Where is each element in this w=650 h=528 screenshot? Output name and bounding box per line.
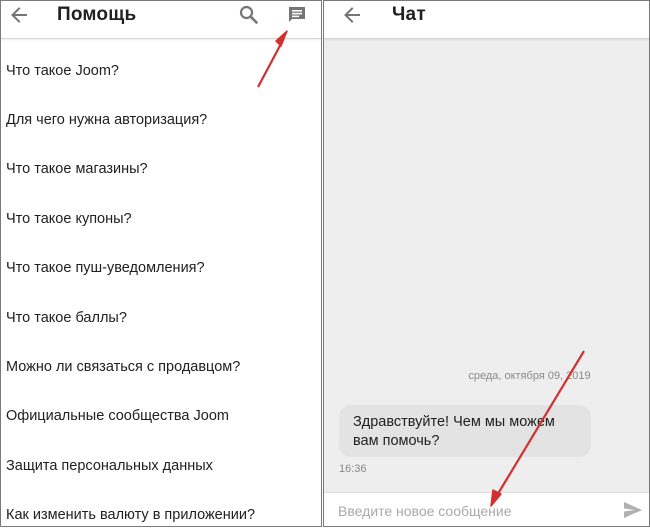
help-app-bar: Помощь <box>1 1 321 39</box>
faq-item[interactable]: Защита персональных данных <box>1 441 321 490</box>
message-input[interactable] <box>338 501 608 521</box>
chat-app-bar: Чат <box>324 1 649 39</box>
chat-icon[interactable] <box>286 4 308 26</box>
faq-item[interactable]: Что такое пуш-уведомления? <box>1 244 321 293</box>
arrow-left-icon[interactable] <box>9 5 29 25</box>
message-bubble: Здравствуйте! Чем мы можем вам помочь? <box>339 405 591 457</box>
message-timestamp: 16:36 <box>339 463 367 475</box>
chat-screen: Чат среда, октября 09, 2019 Здравствуйте… <box>323 0 650 527</box>
help-screen: Помощь Что такое Joom? Для чего нужна ав… <box>0 0 322 527</box>
faq-item[interactable]: Для чего нужна авторизация? <box>1 95 321 144</box>
faq-item[interactable]: Что такое Joom? <box>1 46 321 95</box>
search-icon[interactable] <box>238 4 260 26</box>
message-text-line: Здравствуйте! Чем мы можем <box>353 414 555 430</box>
send-icon[interactable] <box>623 501 643 519</box>
page-title: Помощь <box>57 4 137 25</box>
date-separator: среда, октября 09, 2019 <box>468 370 591 382</box>
faq-item[interactable]: Как изменить валюту в приложении? <box>1 491 321 526</box>
faq-item[interactable]: Что такое магазины? <box>1 145 321 194</box>
arrow-left-icon[interactable] <box>342 5 362 25</box>
message-composer <box>324 492 649 526</box>
faq-item[interactable]: Официальные сообщества Joom <box>1 392 321 441</box>
faq-item[interactable]: Что такое купоны? <box>1 194 321 243</box>
faq-list: Что такое Joom? Для чего нужна авторизац… <box>1 39 321 526</box>
message-text-line: вам помочь? <box>353 433 440 449</box>
faq-item[interactable]: Можно ли связаться с продавцом? <box>1 342 321 391</box>
page-title: Чат <box>392 4 426 25</box>
faq-item[interactable]: Что такое баллы? <box>1 293 321 342</box>
